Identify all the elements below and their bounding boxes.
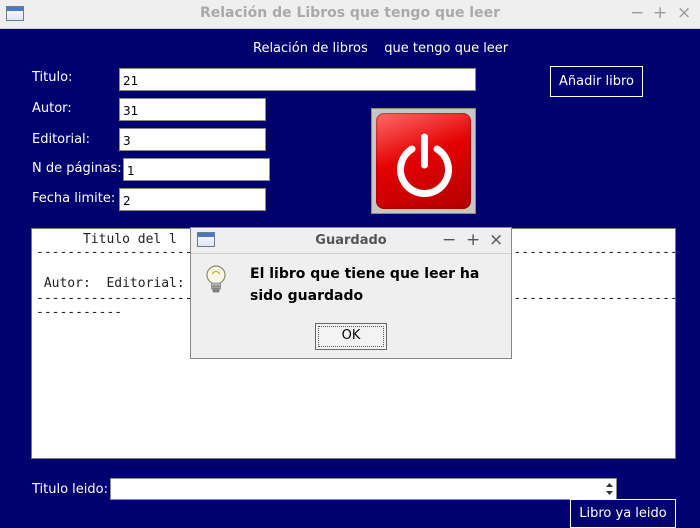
paginas-label: N de páginas: [32,161,122,176]
autor-input[interactable] [119,98,266,121]
dialog-title: Guardado [315,233,387,248]
header-label: Relación de libros que tengo que leer [253,41,509,56]
minimize-button[interactable]: − [630,3,644,23]
book-read-button[interactable]: Libro ya leido [570,499,676,528]
close-button[interactable]: × [677,3,691,23]
lightbulb-icon [206,265,226,293]
autor-label: Autor: [32,101,72,116]
window-title: Relación de Libros que tengo que leer [199,5,500,21]
window-titlebar: Relación de Libros que tengo que leer − … [0,0,700,29]
ok-button[interactable]: OK [315,323,387,350]
fecha-label: Fecha limite: [32,191,116,206]
list-separator-3: ----------- [36,305,123,320]
maximize-button[interactable]: + [653,3,667,23]
paginas-input[interactable] [123,158,270,181]
power-icon [397,133,452,197]
dialog-close-button[interactable]: × [489,229,503,251]
dialog-minimize-button[interactable]: − [442,229,456,251]
dialog-titlebar: Guardado − + × [191,228,511,254]
editorial-input[interactable] [119,128,266,151]
list-row-line: Autor: Editorial: [36,276,185,291]
spinner-arrows-icon[interactable] [605,481,614,497]
titulo-leido-combobox[interactable] [110,478,617,500]
titulo-label: Titulo: [32,70,73,85]
saved-dialog: Guardado − + × El libro que tiene que le… [190,227,512,359]
editorial-label: Editorial: [32,132,91,147]
fecha-input[interactable] [119,188,266,211]
power-button-face [376,113,471,209]
dialog-maximize-button[interactable]: + [466,229,480,251]
titulo-input[interactable] [119,68,476,91]
titulo-leido-label: Titulo leido: [32,482,108,497]
power-button[interactable] [371,108,476,214]
add-book-button[interactable]: Añadir libro [550,66,643,97]
dialog-message: El libro que tiene que leer ha sido guar… [250,266,480,304]
